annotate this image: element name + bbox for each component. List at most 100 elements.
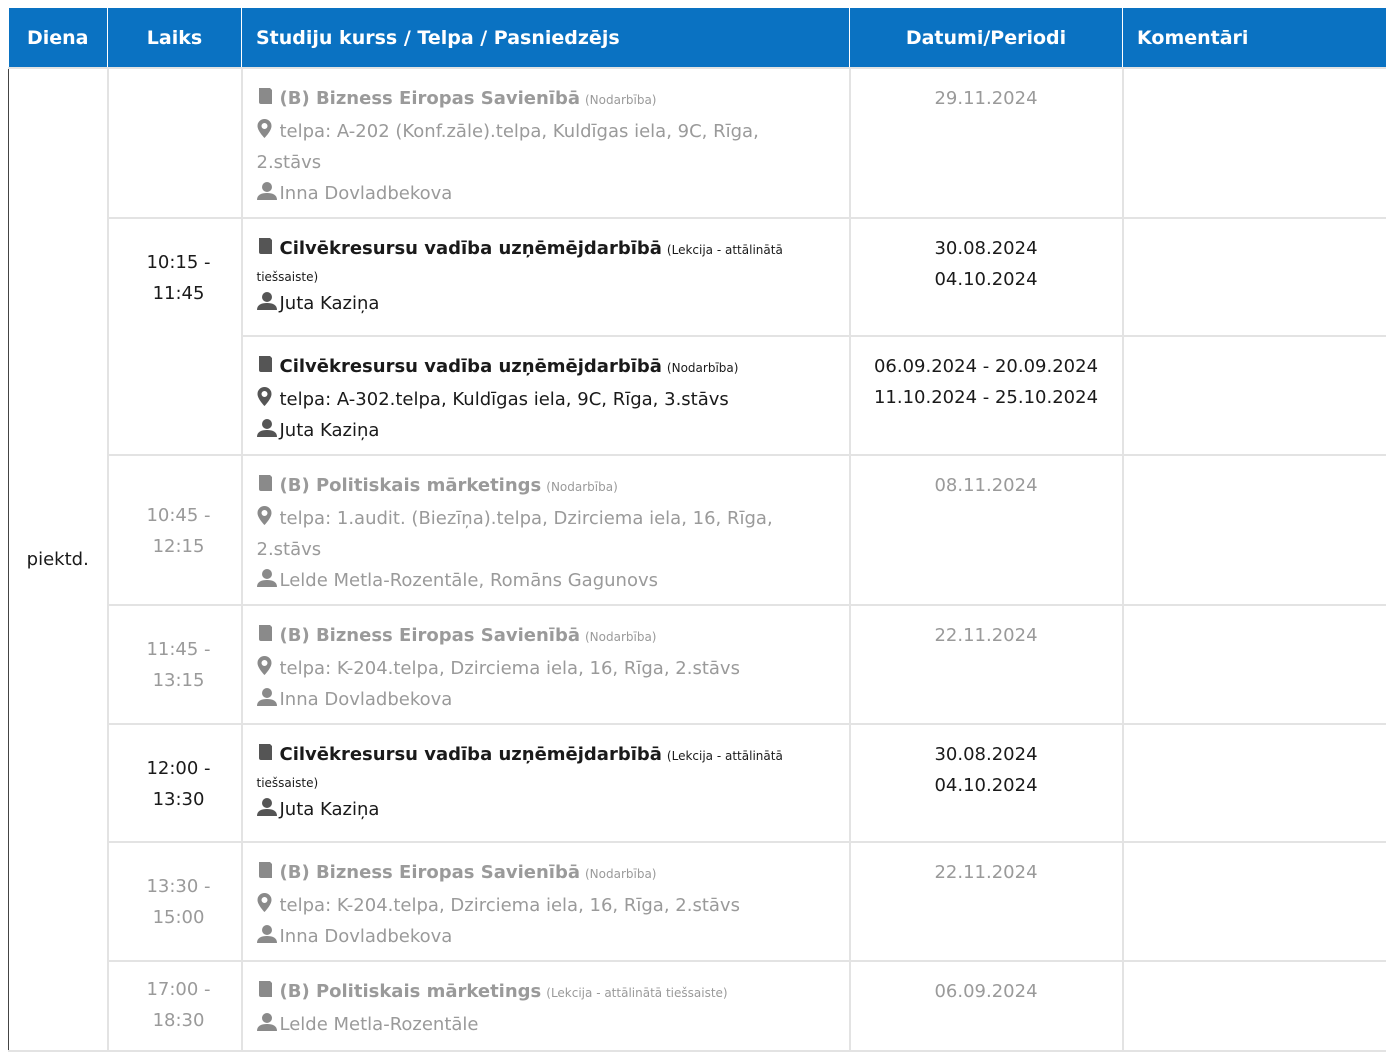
course-type: (Nodarbība) bbox=[546, 480, 618, 494]
book-icon bbox=[257, 861, 274, 879]
date-entry: 04.10.2024 bbox=[851, 264, 1122, 295]
course-cell: (B) Bizness Eiropas Savienībā (Nodarbība)… bbox=[242, 605, 850, 724]
course-cell: (B) Bizness Eiropas Savienībā (Nodarbība)… bbox=[242, 842, 850, 961]
course-title[interactable]: Cilvēkresursu vadība uzņēmējdarbībā bbox=[280, 238, 662, 259]
room-text: telpa: A-302.telpa, Kuldīgas iela, 9C, R… bbox=[280, 389, 729, 410]
course-cell: Cilvēkresursu vadība uzņēmējdarbībā (Lekc… bbox=[242, 218, 850, 336]
teacher-name[interactable]: Lelde Metla-Rozentāle, Romāns Gagunovs bbox=[280, 570, 659, 591]
comments-cell bbox=[1123, 218, 1386, 336]
date-entry: 11.10.2024 - 25.10.2024 bbox=[851, 382, 1122, 413]
time-start: 12:00 - bbox=[109, 753, 241, 784]
date-entry: 04.10.2024 bbox=[851, 770, 1122, 801]
comments-cell bbox=[1123, 961, 1386, 1051]
time-cell: 17:00 - 18:30 bbox=[108, 961, 242, 1051]
course-title[interactable]: (B) Politiskais mārketings bbox=[280, 475, 542, 496]
room-text: telpa: K-204.telpa, Dzirciema iela, 16, … bbox=[280, 658, 740, 679]
time-start: 17:00 - bbox=[109, 974, 241, 1005]
map-marker-icon bbox=[257, 506, 274, 525]
time-cell bbox=[108, 68, 242, 218]
time-start: 10:15 - bbox=[109, 247, 241, 278]
room-text-cont: 2.stāvs bbox=[257, 147, 835, 178]
book-icon bbox=[257, 624, 274, 642]
date-entry: 06.09.2024 bbox=[851, 976, 1122, 1007]
book-icon bbox=[257, 980, 274, 998]
table-row: 12:00 - 13:30 Cilvēkresursu vadība uzņēm… bbox=[9, 724, 1386, 842]
teacher-name[interactable]: Juta Kaziņa bbox=[280, 420, 380, 441]
course-type: (Nodarbība) bbox=[667, 361, 739, 375]
course-title[interactable]: Cilvēkresursu vadība uzņēmējdarbībā bbox=[280, 744, 662, 765]
user-icon bbox=[257, 419, 274, 437]
user-icon bbox=[257, 925, 274, 943]
header-course[interactable]: Studiju kurss / Telpa / Pasniedzējs bbox=[242, 8, 850, 68]
teacher-name[interactable]: Inna Dovladbekova bbox=[280, 926, 453, 947]
date-entry: 22.11.2024 bbox=[851, 857, 1122, 888]
dates-cell: 22.11.2024 bbox=[850, 842, 1123, 961]
map-marker-icon bbox=[257, 893, 274, 912]
course-title[interactable]: Cilvēkresursu vadība uzņēmējdarbībā bbox=[280, 356, 662, 377]
header-dates[interactable]: Datumi/Periodi bbox=[850, 8, 1123, 68]
user-icon bbox=[257, 1013, 274, 1031]
course-type: (Lekcija - attālinātā bbox=[667, 749, 783, 763]
teacher-name[interactable]: Juta Kaziņa bbox=[280, 799, 380, 820]
course-type: (Lekcija - attālinātā bbox=[667, 243, 783, 257]
table-row: 10:15 - 11:45 Cilvēkresursu vadība uzņēm… bbox=[9, 218, 1386, 336]
time-start: 13:30 - bbox=[109, 871, 241, 902]
book-icon bbox=[257, 87, 274, 105]
time-cell: 10:15 - 11:45 bbox=[108, 218, 242, 455]
dates-cell: 29.11.2024 bbox=[850, 68, 1123, 218]
course-title[interactable]: (B) Bizness Eiropas Savienībā bbox=[280, 88, 580, 109]
course-title[interactable]: (B) Bizness Eiropas Savienībā bbox=[280, 862, 580, 883]
header-day[interactable]: Diena bbox=[9, 8, 108, 68]
teacher-name[interactable]: Juta Kaziņa bbox=[280, 293, 380, 314]
table-row: 10:45 - 12:15 (B) Politiskais mārketings… bbox=[9, 455, 1386, 605]
teacher-name[interactable]: Inna Dovladbekova bbox=[280, 689, 453, 710]
comments-cell bbox=[1123, 455, 1386, 605]
book-icon bbox=[257, 237, 274, 255]
course-title[interactable]: (B) Bizness Eiropas Savienībā bbox=[280, 625, 580, 646]
comments-cell bbox=[1123, 842, 1386, 961]
user-icon bbox=[257, 798, 274, 816]
course-title[interactable]: (B) Politiskais mārketings bbox=[280, 981, 542, 1002]
header-time[interactable]: Laiks bbox=[108, 8, 242, 68]
dates-cell: 30.08.2024 04.10.2024 bbox=[850, 218, 1123, 336]
table-header-row: Diena Laiks Studiju kurss / Telpa / Pasn… bbox=[9, 8, 1386, 68]
header-comments[interactable]: Komentāri bbox=[1123, 8, 1386, 68]
book-icon bbox=[257, 355, 274, 373]
dates-cell: 30.08.2024 04.10.2024 bbox=[850, 724, 1123, 842]
map-marker-icon bbox=[257, 387, 274, 406]
dates-cell: 06.09.2024 bbox=[850, 961, 1123, 1051]
course-cell: Cilvēkresursu vadība uzņēmējdarbībā (Noda… bbox=[242, 336, 850, 455]
map-marker-icon bbox=[257, 656, 274, 675]
course-cell: (B) Bizness Eiropas Savienībā (Nodarbība)… bbox=[242, 68, 850, 218]
comments-cell bbox=[1123, 724, 1386, 842]
date-entry: 30.08.2024 bbox=[851, 233, 1122, 264]
course-type: (Nodarbība) bbox=[585, 867, 657, 881]
date-entry: 08.11.2024 bbox=[851, 470, 1122, 501]
course-type: (Nodarbība) bbox=[585, 630, 657, 644]
book-icon bbox=[257, 474, 274, 492]
time-end: 18:30 bbox=[109, 1005, 241, 1036]
course-cell: (B) Politiskais mārketings (Lekcija - att… bbox=[242, 961, 850, 1051]
dates-cell: 22.11.2024 bbox=[850, 605, 1123, 724]
time-cell: 13:30 - 15:00 bbox=[108, 842, 242, 961]
teacher-name[interactable]: Lelde Metla-Rozentāle bbox=[280, 1014, 479, 1035]
user-icon bbox=[257, 688, 274, 706]
room-text: telpa: A-202 (Konf.zāle).telpa, Kuldīgas… bbox=[280, 121, 759, 142]
time-cell: 12:00 - 13:30 bbox=[108, 724, 242, 842]
course-type: (Nodarbība) bbox=[585, 93, 657, 107]
date-entry: 29.11.2024 bbox=[851, 83, 1122, 114]
teacher-name[interactable]: Inna Dovladbekova bbox=[280, 183, 453, 204]
comments-cell bbox=[1123, 68, 1386, 218]
user-icon bbox=[257, 182, 274, 200]
day-cell: piektd. bbox=[9, 68, 108, 1051]
room-text: telpa: K-204.telpa, Dzirciema iela, 16, … bbox=[280, 895, 740, 916]
dates-cell: 06.09.2024 - 20.09.2024 11.10.2024 - 25.… bbox=[850, 336, 1123, 455]
comments-cell bbox=[1123, 336, 1386, 455]
table-row: 17:00 - 18:30 (B) Politiskais mārketings… bbox=[9, 961, 1386, 1051]
user-icon bbox=[257, 292, 274, 310]
time-end: 13:15 bbox=[109, 665, 241, 696]
time-cell: 10:45 - 12:15 bbox=[108, 455, 242, 605]
time-start: 10:45 - bbox=[109, 500, 241, 531]
course-type: (Lekcija - attālinātā tiešsaiste) bbox=[546, 986, 727, 1000]
date-entry: 30.08.2024 bbox=[851, 739, 1122, 770]
